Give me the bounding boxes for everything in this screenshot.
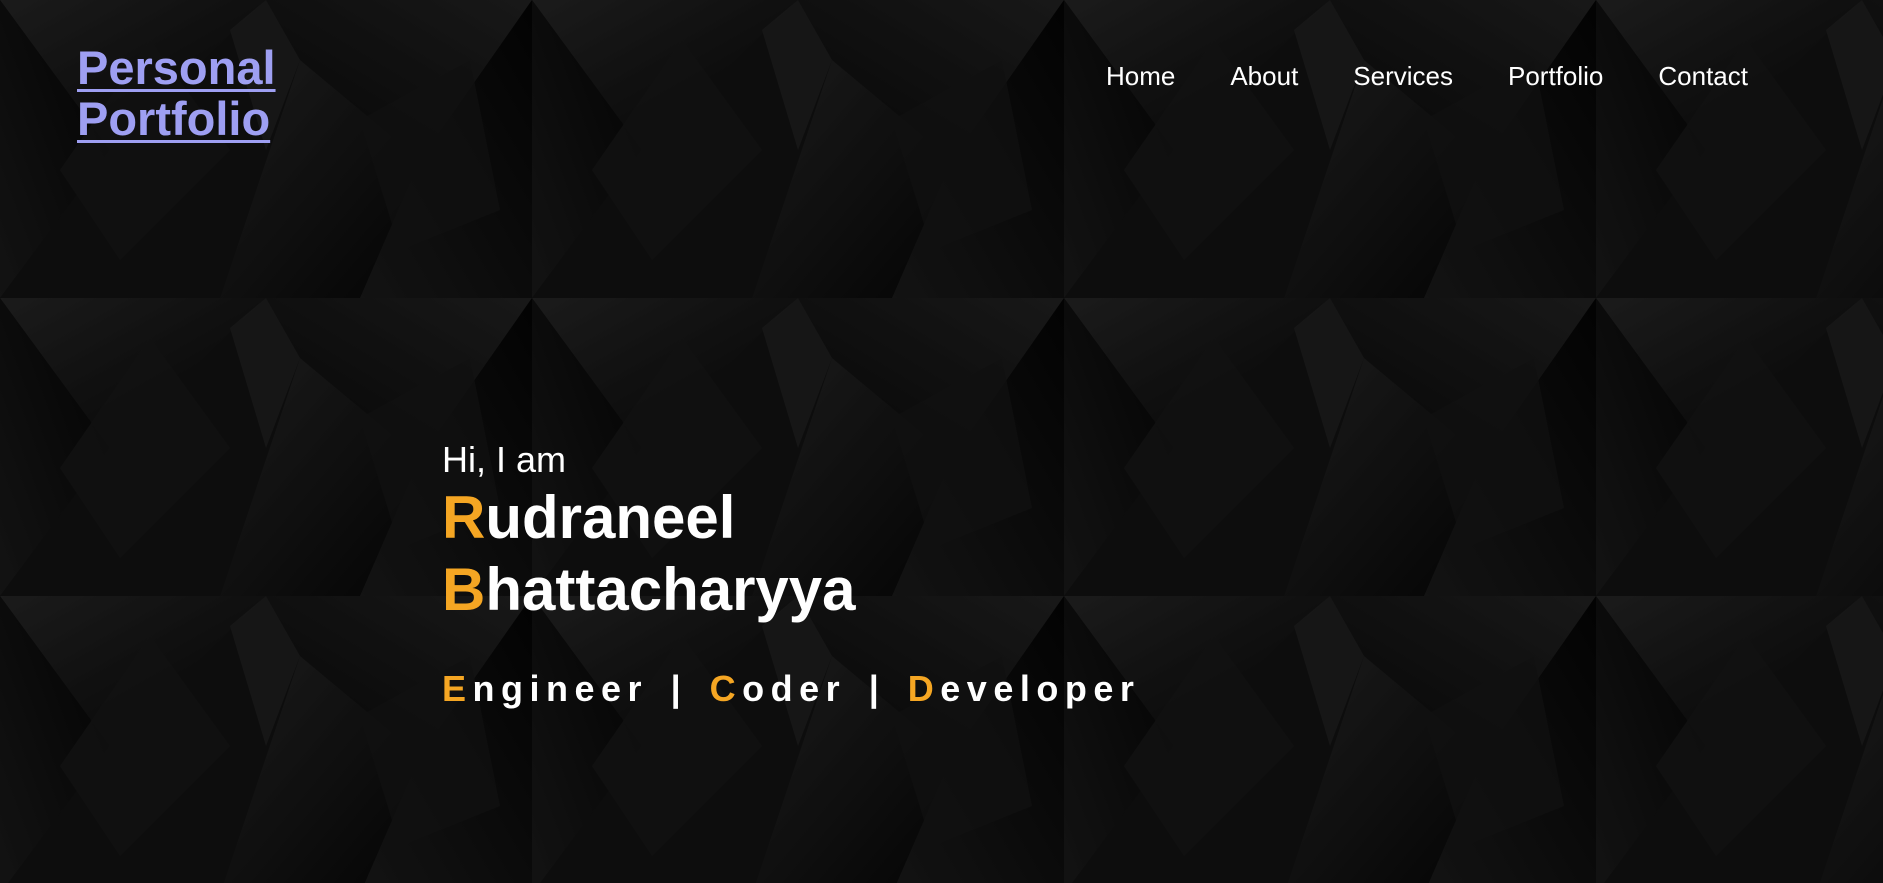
nav-item-contact[interactable]: Contact — [1658, 60, 1748, 92]
hero-last-name: Bhattacharyya — [442, 554, 1342, 626]
site-header: Personal Portfolio Home About Services P… — [0, 0, 1883, 160]
hero-section: Hi, I am Rudraneel Bhattacharyya Enginee… — [442, 438, 1342, 710]
first-name-initial: R — [442, 484, 486, 551]
role-coder: Coder — [710, 668, 847, 709]
portfolio-page: Personal Portfolio Home About Services P… — [0, 0, 1883, 883]
role-developer-rest: eveloper — [940, 668, 1141, 709]
logo-line-2: Portfolio — [77, 92, 271, 145]
role-separator: | — [868, 668, 886, 709]
last-name-rest: hattacharyya — [485, 556, 856, 623]
hero-greeting: Hi, I am — [442, 439, 567, 480]
role-developer: Developer — [908, 668, 1141, 709]
nav-item-about[interactable]: About — [1230, 60, 1298, 92]
role-engineer: Engineer — [442, 668, 648, 709]
nav-item-services[interactable]: Services — [1353, 60, 1453, 92]
role-coder-initial: C — [709, 668, 743, 709]
logo-line-1: Personal — [77, 41, 276, 94]
main-nav: Home About Services Portfolio Contact — [1051, 60, 1748, 92]
site-logo[interactable]: Personal Portfolio — [77, 42, 317, 144]
nav-item-portfolio[interactable]: Portfolio — [1508, 60, 1603, 92]
hero-roles: Engineer | Coder | Developer — [442, 668, 1342, 710]
nav-item-home[interactable]: Home — [1106, 60, 1175, 92]
role-developer-initial: D — [907, 668, 941, 709]
last-name-initial: B — [442, 556, 486, 623]
role-engineer-rest: ngineer — [472, 668, 649, 709]
role-engineer-initial: E — [442, 668, 473, 709]
hero-first-name: Rudraneel — [442, 482, 1342, 554]
first-name-rest: udraneel — [485, 484, 736, 551]
role-separator: | — [670, 668, 688, 709]
role-coder-rest: oder — [742, 668, 847, 709]
